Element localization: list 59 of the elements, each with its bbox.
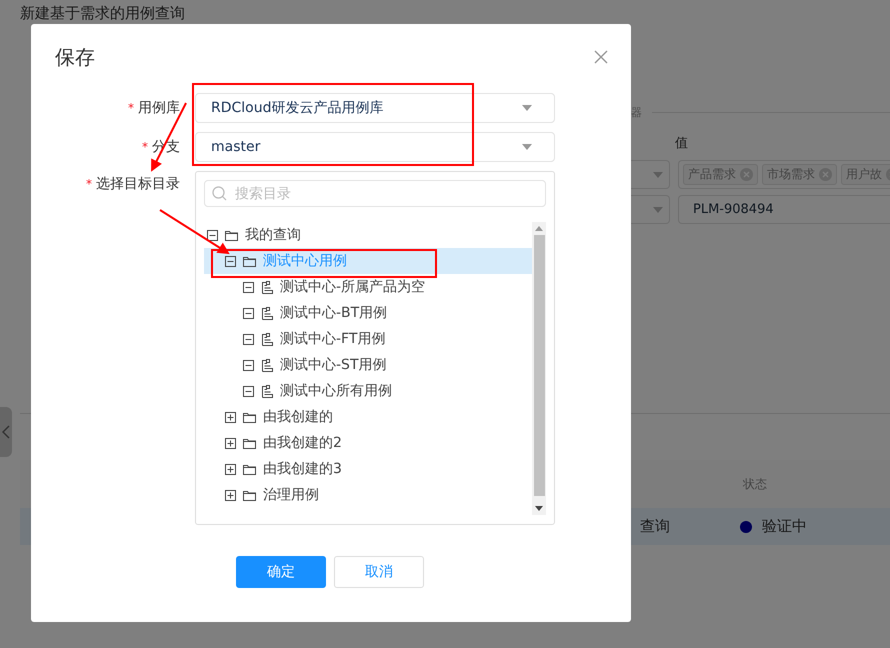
caret-icon bbox=[522, 105, 532, 111]
collapse-icon[interactable] bbox=[243, 282, 254, 292]
required-mark: * bbox=[142, 140, 148, 154]
collapse-icon[interactable] bbox=[207, 230, 218, 240]
search-field[interactable]: 搜索目录 bbox=[204, 180, 546, 207]
tree-item[interactable]: 测试中心-FT用例 bbox=[204, 326, 532, 352]
folder-icon bbox=[243, 438, 256, 448]
dialog-title: 保存 bbox=[55, 44, 95, 70]
collapse-handle[interactable] bbox=[0, 407, 12, 457]
caret-icon bbox=[653, 206, 663, 212]
tree-item[interactable]: 治理用例 bbox=[204, 482, 532, 508]
select-field[interactable]: master bbox=[195, 132, 555, 162]
page-title: 新建基于需求的用例查询 bbox=[19, 3, 186, 23]
value-field[interactable]: PLM-908494 bbox=[678, 195, 890, 224]
table-cell-text: 查询 bbox=[640, 517, 671, 536]
collapse-icon[interactable] bbox=[243, 386, 254, 396]
document-icon bbox=[261, 358, 273, 372]
expand-icon[interactable] bbox=[225, 464, 236, 474]
scroll-down-icon[interactable] bbox=[535, 506, 543, 511]
tree-item[interactable]: 测试中心-ST用例 bbox=[204, 352, 532, 378]
folder-icon bbox=[243, 256, 256, 266]
field-label: 选择目标目录 bbox=[96, 175, 180, 193]
tree-item[interactable]: 由我创建的3 bbox=[204, 456, 532, 482]
column-header: 值 bbox=[675, 135, 689, 152]
required-mark: * bbox=[86, 177, 92, 191]
column-header: 状态 bbox=[743, 476, 767, 492]
document-icon bbox=[261, 280, 273, 294]
caret-icon bbox=[653, 172, 663, 178]
collapse-icon[interactable] bbox=[243, 334, 254, 344]
collapse-icon[interactable] bbox=[225, 256, 236, 266]
tree-item[interactable]: 测试中心-BT用例 bbox=[204, 300, 532, 326]
tree-item[interactable]: 由我创建的2 bbox=[204, 430, 532, 456]
document-icon bbox=[261, 306, 273, 320]
document-icon bbox=[261, 384, 273, 398]
arrow bbox=[159, 209, 230, 254]
field-label: 用例库 bbox=[138, 99, 180, 117]
document-icon bbox=[261, 332, 273, 346]
collapse-icon[interactable] bbox=[243, 308, 254, 318]
caret-icon bbox=[522, 144, 532, 150]
chevron-left-icon bbox=[2, 425, 10, 439]
collapse-icon[interactable] bbox=[243, 360, 254, 370]
folder-icon bbox=[243, 490, 256, 500]
expand-icon[interactable] bbox=[225, 490, 236, 500]
status-dot bbox=[740, 520, 752, 532]
close-icon[interactable] bbox=[594, 50, 608, 64]
expand-icon[interactable] bbox=[225, 438, 236, 448]
select-field[interactable]: RDCloud研发云产品用例库 bbox=[195, 93, 555, 123]
expand-icon[interactable] bbox=[225, 412, 236, 422]
scrollbar[interactable] bbox=[532, 222, 546, 515]
tree-item[interactable]: 测试中心所有用例 bbox=[204, 378, 532, 404]
tree-item[interactable]: 由我创建的 bbox=[204, 404, 532, 430]
folder-icon bbox=[243, 464, 256, 474]
tree-item[interactable]: 测试中心-所属产品为空 bbox=[204, 274, 532, 300]
folder-icon bbox=[243, 412, 256, 422]
required-mark: * bbox=[128, 101, 134, 115]
field-value: PLM-908494 bbox=[692, 202, 774, 217]
status-text: 验证中 bbox=[762, 517, 807, 536]
folder-icon bbox=[225, 230, 238, 240]
tree-item[interactable]: 我的查询 bbox=[204, 222, 532, 248]
